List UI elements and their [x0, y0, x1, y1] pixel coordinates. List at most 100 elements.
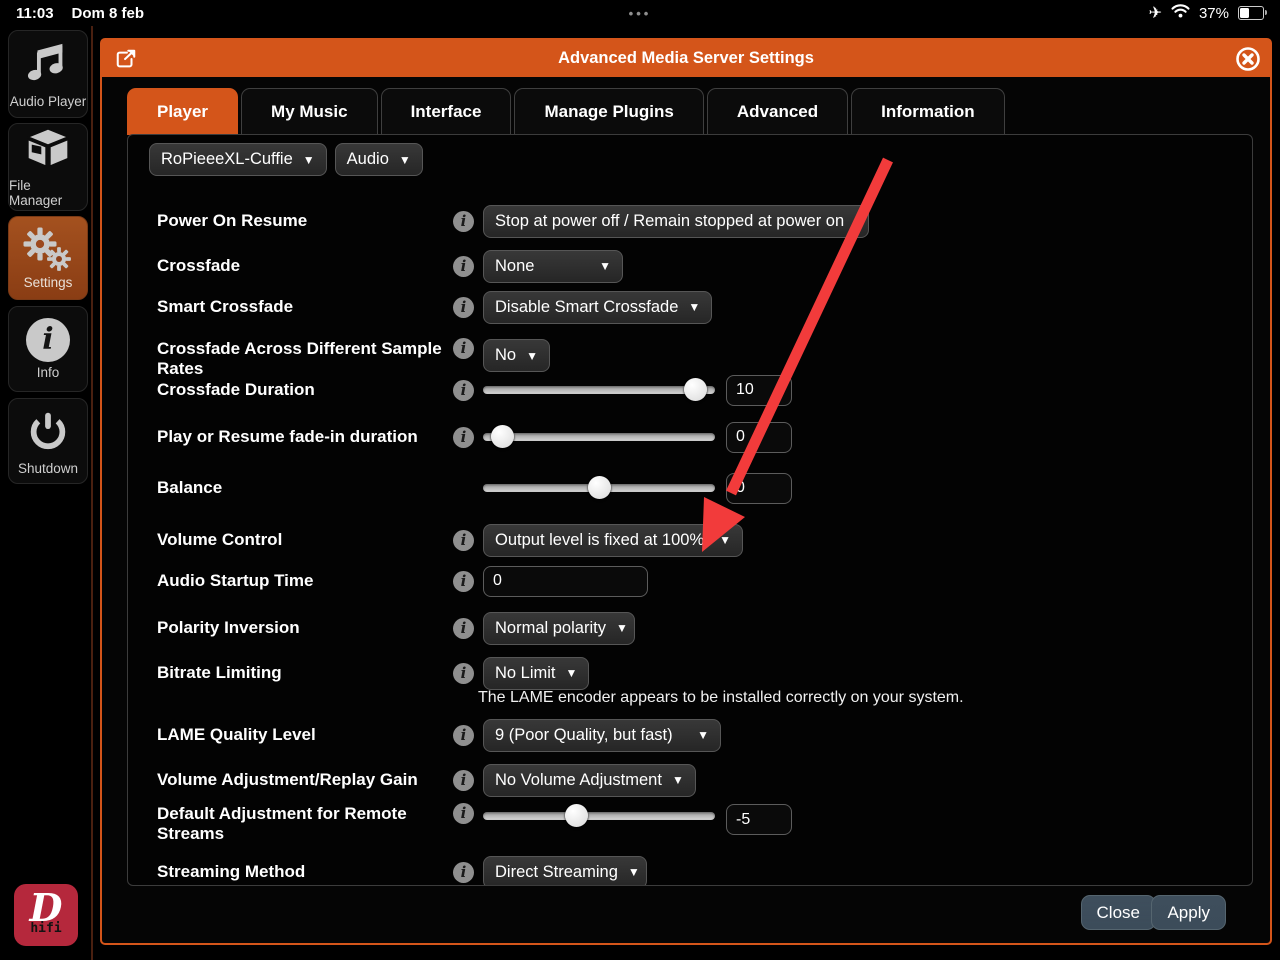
sidebar-item-audio-player[interactable]: Audio Player [8, 30, 88, 118]
sidebar-divider [91, 26, 93, 960]
setting-row-remote-streams-adjustment: Default Adjustment for Remote Streams i [157, 803, 1232, 861]
setting-label: Default Adjustment for Remote Streams [157, 803, 453, 844]
tab-information[interactable]: Information [851, 88, 1005, 135]
close-button[interactable]: Close [1081, 895, 1156, 930]
logo-text: hifi [30, 921, 61, 936]
sidebar-item-label: Info [37, 365, 60, 380]
info-icon[interactable]: i [453, 862, 474, 883]
crossfade-duration-slider[interactable] [483, 378, 715, 402]
lame-encoder-note: The LAME encoder appears to be installed… [478, 689, 964, 707]
info-icon[interactable]: i [453, 211, 474, 232]
setting-row-audio-startup-time: Audio Startup Time i [157, 563, 1232, 599]
chevron-down-icon: ▼ [616, 621, 628, 635]
setting-label: Streaming Method [157, 862, 453, 882]
setting-label: Balance [157, 478, 453, 498]
power-on-resume-select[interactable]: Stop at power off / Remain stopped at po… [483, 205, 869, 238]
chevron-down-icon: ▼ [854, 214, 866, 228]
crossfade-select[interactable]: None ▼ [483, 250, 623, 283]
music-note-icon [25, 40, 71, 91]
dropdown-value: No Volume Adjustment [495, 771, 662, 790]
date: Dom 8 feb [72, 5, 145, 22]
device-category-select[interactable]: Audio ▼ [335, 143, 423, 176]
dropdown-value: None [495, 257, 534, 276]
setting-label: Power On Resume [157, 211, 453, 231]
sidebar-item-settings[interactable]: Settings [8, 216, 88, 300]
audio-startup-time-input[interactable] [483, 566, 648, 597]
slider-thumb[interactable] [588, 476, 611, 499]
tab-player[interactable]: Player [127, 88, 238, 135]
airplane-mode-icon: ✈ [1149, 3, 1162, 23]
daphile-logo[interactable]: D hifi [14, 884, 78, 946]
tab-manage-plugins[interactable]: Manage Plugins [514, 88, 703, 135]
apply-button[interactable]: Apply [1151, 895, 1226, 930]
sidebar-item-shutdown[interactable]: Shutdown [8, 398, 88, 484]
volume-control-select[interactable]: Output level is fixed at 100% ▼ [483, 524, 743, 557]
bitrate-limiting-select[interactable]: No Limit ▼ [483, 657, 589, 690]
status-bar: 11:03 Dom 8 feb ••• ✈ 37% [0, 0, 1280, 26]
sidebar-item-file-manager[interactable]: File Manager [8, 123, 88, 211]
info-icon[interactable]: i [453, 571, 474, 592]
info-icon[interactable]: i [453, 338, 474, 359]
lame-quality-select[interactable]: 9 (Poor Quality, but fast) ▼ [483, 719, 721, 752]
dropdown-value: Stop at power off / Remain stopped at po… [495, 212, 844, 231]
tab-my-music[interactable]: My Music [241, 88, 378, 135]
chevron-down-icon: ▼ [599, 259, 611, 273]
dropdown-value: Direct Streaming [495, 863, 618, 882]
tab-bar: Player My Music Interface Manage Plugins… [127, 87, 1005, 135]
info-icon[interactable]: i [453, 297, 474, 318]
setting-label: Crossfade [157, 256, 453, 276]
polarity-inversion-select[interactable]: Normal polarity ▼ [483, 612, 635, 645]
share-icon[interactable] [112, 45, 140, 73]
info-icon[interactable]: i [453, 256, 474, 277]
info-icon[interactable]: i [453, 770, 474, 791]
info-icon[interactable]: i [453, 530, 474, 551]
close-icon[interactable] [1234, 45, 1262, 73]
gears-icon [22, 226, 74, 272]
sidebar-item-info[interactable]: i Info [8, 306, 88, 392]
balance-slider[interactable] [483, 476, 715, 500]
info-icon[interactable]: i [453, 725, 474, 746]
slider-thumb[interactable] [565, 804, 588, 827]
setting-row-balance: Balance [157, 470, 1232, 506]
fade-in-duration-slider[interactable] [483, 425, 715, 449]
setting-row-power-on-resume: Power On Resume i Stop at power off / Re… [157, 203, 1232, 239]
info-icon[interactable]: i [453, 380, 474, 401]
settings-dialog: Advanced Media Server Settings Player My… [100, 38, 1272, 945]
setting-label: Audio Startup Time [157, 571, 453, 591]
info-icon[interactable]: i [453, 618, 474, 639]
chevron-down-icon: ▼ [566, 666, 578, 680]
replay-gain-select[interactable]: No Volume Adjustment ▼ [483, 764, 696, 797]
slider-thumb[interactable] [684, 378, 707, 401]
smart-crossfade-select[interactable]: Disable Smart Crossfade ▼ [483, 291, 712, 324]
streaming-method-select[interactable]: Direct Streaming ▼ [483, 856, 647, 887]
fade-in-duration-input[interactable] [726, 422, 792, 453]
setting-row-volume-control: Volume Control i Output level is fixed a… [157, 522, 1232, 558]
info-icon[interactable]: i [453, 663, 474, 684]
dropdown-value: RoPieeeXL-Cuffie [161, 150, 293, 169]
info-icon[interactable]: i [453, 803, 474, 824]
tab-advanced[interactable]: Advanced [707, 88, 848, 135]
dropdown-value: Output level is fixed at 100% [495, 531, 704, 550]
sidebar-item-label: Audio Player [10, 94, 87, 109]
info-icon[interactable]: i [453, 427, 474, 448]
setting-label: Play or Resume fade-in duration [157, 427, 453, 447]
remote-streams-slider[interactable] [483, 804, 715, 828]
dialog-titlebar: Advanced Media Server Settings [102, 40, 1270, 77]
remote-streams-input[interactable] [726, 804, 792, 835]
dropdown-value: No Limit [495, 664, 556, 683]
crossfade-across-rates-select[interactable]: No ▼ [483, 339, 550, 372]
slider-track [483, 812, 715, 820]
balance-input[interactable] [726, 473, 792, 504]
setting-row-crossfade: Crossfade i None ▼ [157, 248, 1232, 284]
player-device-select[interactable]: RoPieeeXL-Cuffie ▼ [149, 143, 327, 176]
slider-track [483, 433, 715, 441]
setting-label: Crossfade Duration [157, 380, 453, 400]
setting-row-fade-in-duration: Play or Resume fade-in duration i [157, 419, 1232, 455]
tab-interface[interactable]: Interface [381, 88, 512, 135]
setting-row-lame-quality: LAME Quality Level i 9 (Poor Quality, bu… [157, 717, 1232, 753]
crossfade-duration-input[interactable] [726, 375, 792, 406]
slider-thumb[interactable] [491, 425, 514, 448]
player-settings-panel: RoPieeeXL-Cuffie ▼ Audio ▼ Power On Resu… [127, 134, 1253, 886]
dropdown-value: Audio [347, 150, 389, 169]
dropdown-value: Disable Smart Crossfade [495, 298, 678, 317]
